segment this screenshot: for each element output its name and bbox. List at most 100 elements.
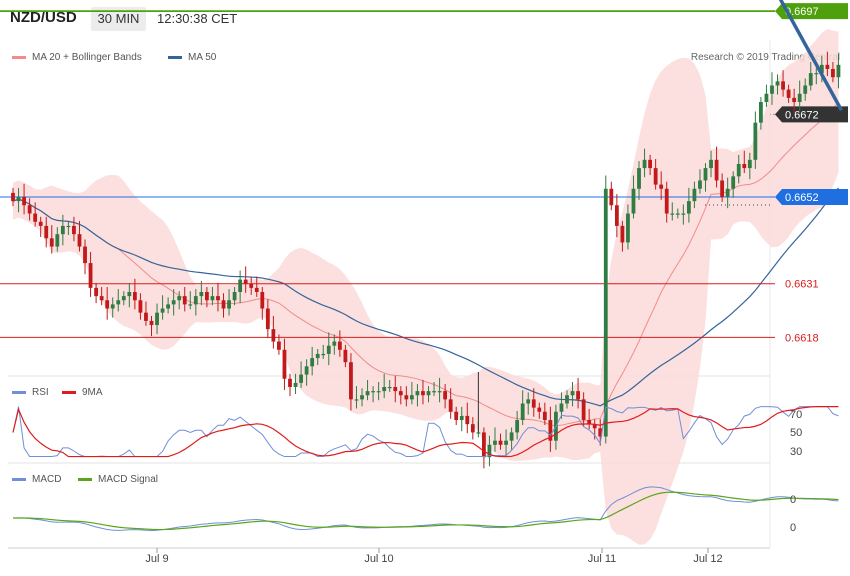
- candle-body: [731, 176, 736, 189]
- candle-body: [343, 349, 348, 363]
- candle-body: [83, 246, 87, 264]
- candle-body: [509, 432, 514, 441]
- candle-body: [736, 163, 741, 177]
- candle-body: [332, 341, 337, 346]
- candle-body: [166, 304, 171, 309]
- candle-body: [515, 420, 520, 433]
- candle-body: [66, 225, 71, 228]
- candle-body: [409, 395, 414, 400]
- level-label-support: 0.6618: [785, 332, 819, 344]
- candle-body: [33, 213, 38, 222]
- candle-body: [432, 391, 436, 393]
- candle-body: [675, 213, 680, 215]
- time-label: Jul 9: [145, 553, 168, 565]
- candle-body: [437, 391, 442, 393]
- candle-body: [299, 374, 303, 383]
- candle-body: [576, 391, 580, 400]
- candle-body: [764, 93, 769, 103]
- candle-body: [520, 403, 525, 421]
- candle-body: [243, 279, 248, 284]
- candle-body: [249, 283, 254, 288]
- candle-body: [504, 440, 508, 445]
- candle-body: [315, 353, 320, 359]
- candle-body: [44, 225, 49, 239]
- candle-body: [277, 341, 281, 350]
- candle-body: [825, 64, 830, 69]
- candle-body: [759, 102, 763, 123]
- candle-body: [171, 300, 176, 305]
- candle-body: [365, 391, 370, 396]
- candle-body: [526, 399, 531, 404]
- candle-body: [703, 168, 708, 181]
- candle-body: [105, 300, 110, 309]
- candle-body: [304, 366, 309, 375]
- candle-body: [354, 399, 359, 401]
- candle-body: [753, 122, 758, 160]
- candle-body: [620, 225, 625, 243]
- candle-body: [720, 180, 725, 197]
- candle-body: [559, 403, 564, 412]
- candle-body: [482, 432, 486, 458]
- candle-body: [415, 391, 420, 396]
- candle-body: [193, 296, 198, 305]
- chart-svg: 0.67090.66970.66720.66520.66310.66187050…: [0, 0, 848, 565]
- macd-axis-label: 0: [790, 494, 796, 506]
- candle-body: [349, 362, 353, 400]
- macd-axis-label: 0: [790, 522, 796, 534]
- bollinger-band: [13, 29, 839, 545]
- candle-body: [836, 64, 841, 78]
- candle-body: [797, 93, 802, 103]
- rsi-axis-label: 50: [790, 427, 802, 439]
- candle-body: [443, 391, 448, 400]
- candle-body: [205, 291, 209, 301]
- candle-body: [747, 159, 752, 169]
- candle-body: [698, 180, 702, 189]
- candle-body: [321, 353, 326, 356]
- candle-body: [260, 291, 265, 309]
- candle-body: [288, 378, 292, 387]
- candle-body: [144, 312, 148, 321]
- candle-body: [664, 188, 669, 214]
- candle-body: [686, 201, 691, 214]
- candle-body: [99, 296, 104, 301]
- candle-body: [670, 213, 675, 215]
- level-label-last: 0.6672: [785, 109, 819, 121]
- candle-body: [542, 411, 547, 421]
- candle-body: [337, 341, 342, 350]
- candle-body: [16, 197, 21, 202]
- candle-body: [648, 159, 652, 169]
- candle-body: [393, 386, 398, 392]
- candle-body: [55, 234, 60, 247]
- candle-body: [454, 411, 459, 421]
- candle-body: [808, 73, 813, 86]
- candle-body: [382, 386, 387, 392]
- chart-root: NZD/USD 30 MIN 12:30:38 CET MA 20 + Boll…: [0, 0, 850, 576]
- candle-body: [459, 415, 464, 421]
- candle-body: [465, 415, 470, 425]
- candle-body: [149, 320, 154, 326]
- candle-body: [293, 382, 298, 387]
- candle-body: [88, 263, 93, 288]
- candle-body: [770, 85, 774, 94]
- candle-body: [227, 300, 231, 309]
- candle-body: [653, 168, 658, 185]
- candle-body: [470, 424, 475, 433]
- candle-body: [121, 296, 126, 301]
- candle-body: [803, 85, 808, 94]
- candle-body: [94, 287, 98, 297]
- candle-body: [271, 329, 276, 342]
- rsi-axis-label: 70: [790, 409, 802, 421]
- candle-body: [814, 73, 819, 75]
- time-label: Jul 11: [588, 553, 617, 565]
- candle-body: [38, 221, 43, 226]
- candle-body: [493, 440, 497, 445]
- candle-body: [371, 391, 375, 393]
- candle-body: [238, 279, 243, 292]
- candle-body: [265, 308, 270, 330]
- candle-body: [221, 300, 226, 309]
- candle-body: [77, 234, 82, 247]
- candle-body: [614, 205, 619, 226]
- candle-body: [282, 349, 287, 379]
- candle-body: [360, 395, 364, 400]
- candle-body: [448, 399, 453, 412]
